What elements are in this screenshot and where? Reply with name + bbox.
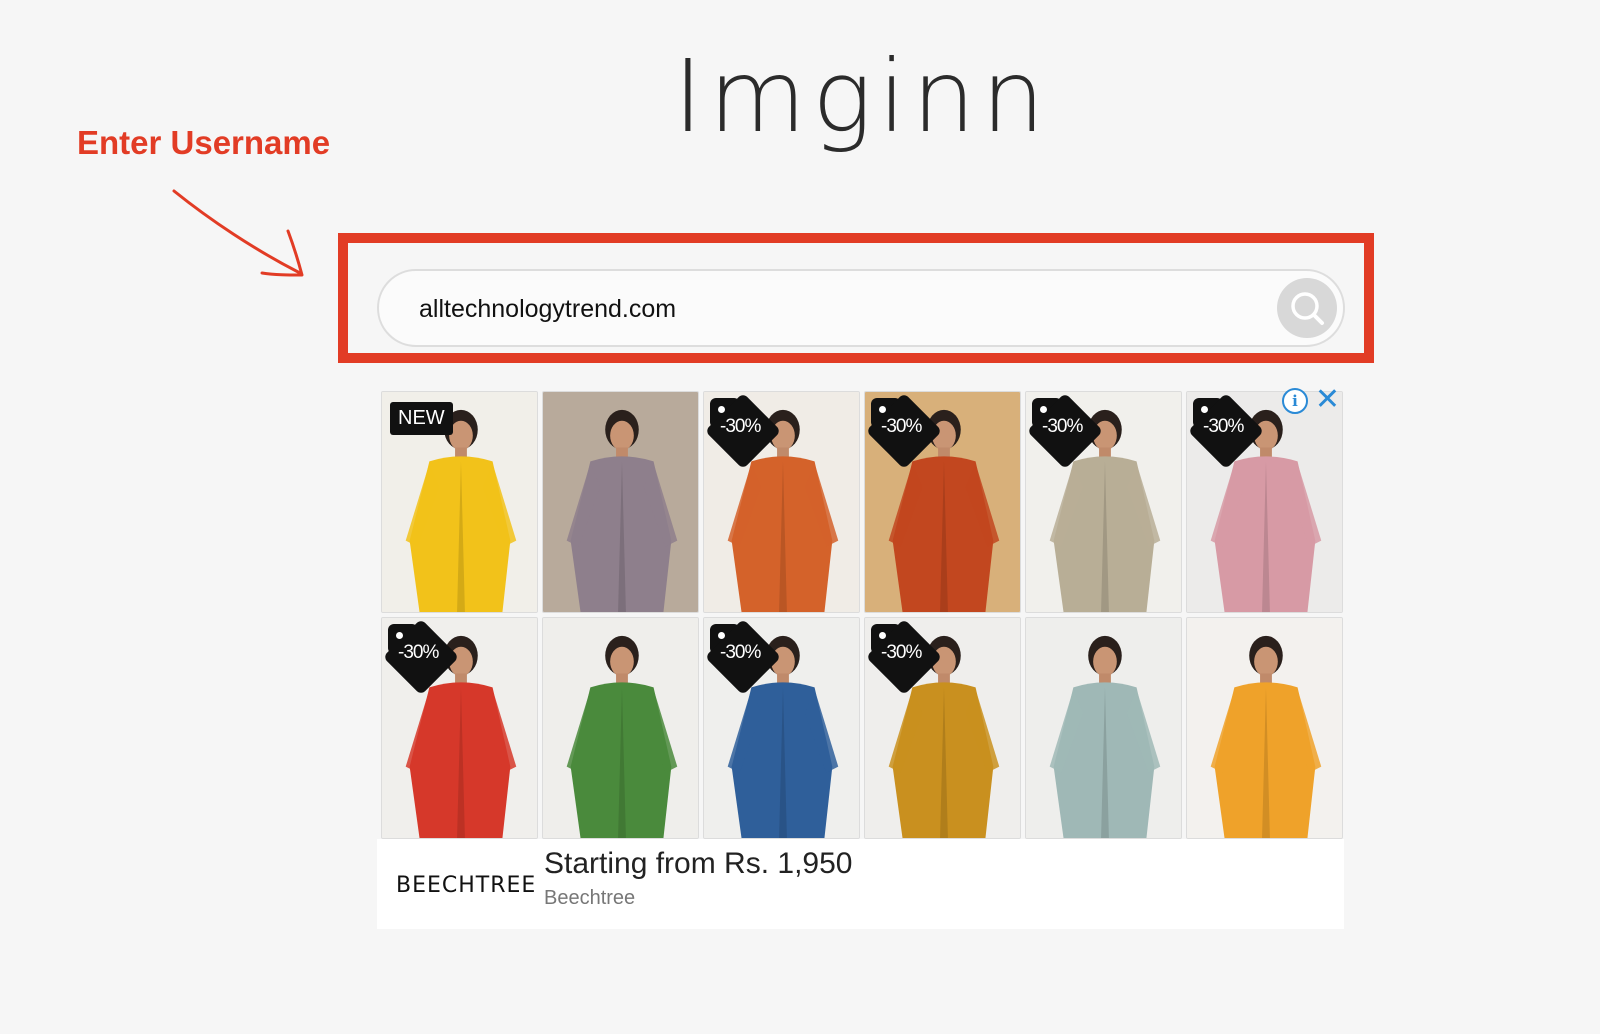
product-tile[interactable]: -30% bbox=[1025, 391, 1182, 613]
product-tile[interactable] bbox=[542, 391, 699, 613]
close-icon[interactable]: ✕ bbox=[1315, 385, 1340, 415]
new-badge: NEW bbox=[390, 402, 453, 435]
discount-label: -30% bbox=[720, 416, 761, 437]
username-search-input[interactable] bbox=[417, 271, 1241, 347]
product-photo bbox=[1026, 618, 1181, 838]
discount-badge: -30% bbox=[704, 618, 784, 696]
product-tile[interactable] bbox=[1186, 617, 1343, 839]
product-photo bbox=[543, 392, 698, 612]
discount-badge: -30% bbox=[704, 392, 784, 470]
ad-advertiser[interactable]: Beechtree bbox=[544, 887, 635, 910]
annotation-arrow bbox=[172, 189, 304, 277]
product-tile[interactable]: -30% bbox=[703, 391, 860, 613]
discount-label: -30% bbox=[881, 416, 922, 437]
info-icon[interactable]: i bbox=[1282, 388, 1308, 414]
ad-banner[interactable]: NEW -30% -30% -30% -30% -30% -30% -30% i ✕ BEEC… bbox=[377, 385, 1344, 929]
product-photo bbox=[543, 618, 698, 838]
discount-label: -30% bbox=[720, 642, 761, 663]
discount-badge: -30% bbox=[1187, 392, 1267, 470]
discount-label: -30% bbox=[1203, 416, 1244, 437]
product-tile[interactable] bbox=[542, 617, 699, 839]
product-tile[interactable]: -30% bbox=[703, 617, 860, 839]
product-tile[interactable]: -30% bbox=[1186, 391, 1343, 613]
brand-logo[interactable]: BEECHTREE bbox=[396, 873, 536, 898]
product-tile[interactable]: NEW bbox=[381, 391, 538, 613]
ad-headline[interactable]: Starting from Rs. 1,950 bbox=[544, 847, 852, 881]
annotation-label: Enter Username bbox=[77, 124, 331, 161]
product-tile[interactable]: -30% bbox=[864, 617, 1021, 839]
discount-label: -30% bbox=[398, 642, 439, 663]
ad-footer[interactable]: BEECHTREE Starting from Rs. 1,950 Beecht… bbox=[377, 839, 1344, 929]
discount-label: -30% bbox=[1042, 416, 1083, 437]
discount-label: -30% bbox=[881, 642, 922, 663]
discount-badge: -30% bbox=[382, 618, 462, 696]
discount-badge: -30% bbox=[1026, 392, 1106, 470]
search-icon bbox=[1291, 292, 1324, 325]
search-button[interactable] bbox=[1277, 278, 1337, 338]
product-tile[interactable] bbox=[1025, 617, 1182, 839]
product-tile[interactable]: -30% bbox=[864, 391, 1021, 613]
discount-badge: -30% bbox=[865, 392, 945, 470]
product-grid: NEW -30% -30% -30% -30% -30% -30% -30% bbox=[381, 391, 1343, 839]
product-tile[interactable]: -30% bbox=[381, 617, 538, 839]
discount-badge: -30% bbox=[865, 618, 945, 696]
product-photo bbox=[1187, 618, 1342, 838]
search-bar bbox=[377, 269, 1345, 347]
